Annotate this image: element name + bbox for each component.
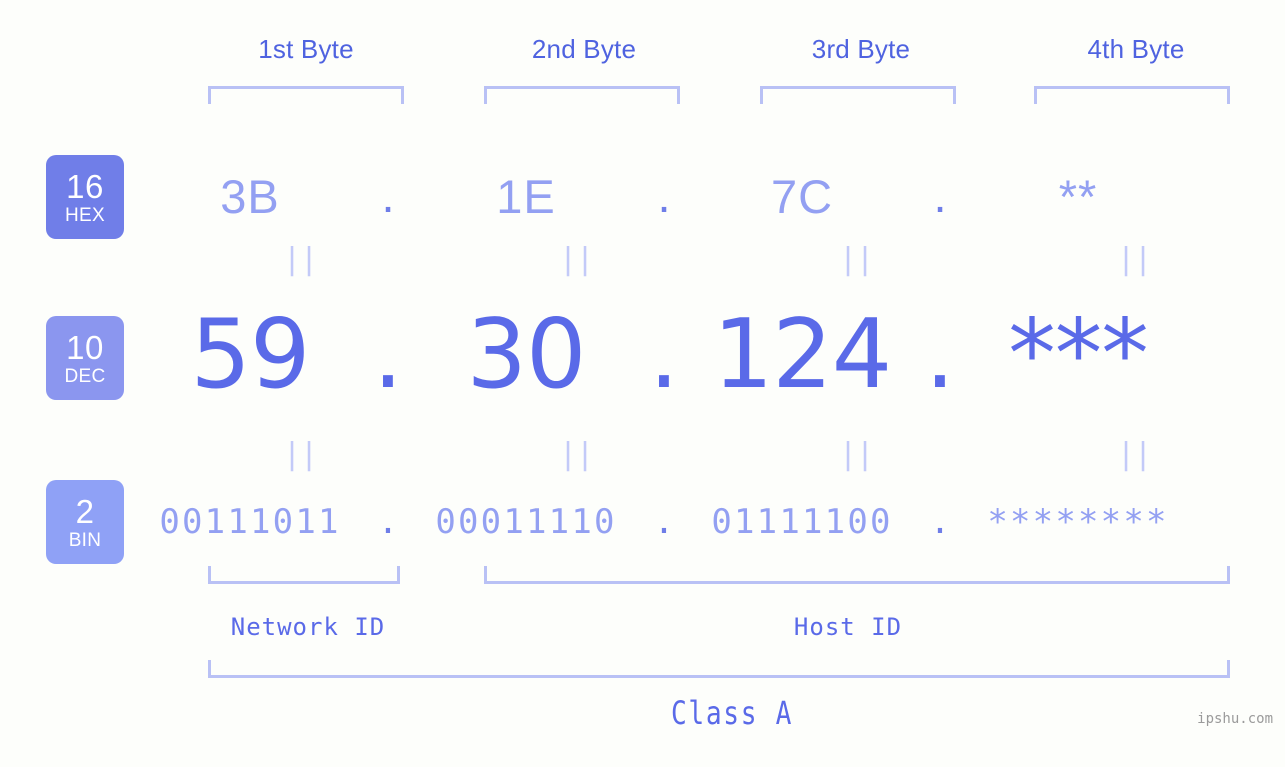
equals-mark-2-icon: || xyxy=(558,242,594,277)
dec-separator-2: . xyxy=(648,299,680,410)
byte-header-3: 3rd Byte xyxy=(811,34,911,64)
hex-separator-3: . xyxy=(933,168,947,222)
dec-value-row: 59 . 30 . 124 . *** xyxy=(140,300,1260,410)
dec-separator-3: . xyxy=(924,299,956,410)
hex-byte-3: 7C xyxy=(770,169,834,223)
dec-separator-1: . xyxy=(372,299,404,410)
dec-byte-1: 59 xyxy=(190,300,311,410)
hex-byte-2: 1E xyxy=(496,169,556,223)
base-badge-bin-name: BIN xyxy=(68,529,102,551)
hex-byte-1: 3B xyxy=(220,169,280,223)
hex-byte-4: ** xyxy=(1058,169,1098,223)
byte-header-2: 2nd Byte xyxy=(531,34,637,64)
equals-mark-7-icon: || xyxy=(838,437,874,472)
bin-byte-4: ******** xyxy=(987,502,1169,542)
class-bracket-icon xyxy=(208,660,1230,678)
base-badge-dec: 10 DEC xyxy=(46,316,124,400)
host-id-label: Host ID xyxy=(793,613,903,641)
byte-bracket-3-icon xyxy=(760,86,956,104)
base-badge-dec-number: 10 xyxy=(66,328,104,366)
base-badge-hex-number: 16 xyxy=(66,167,104,205)
hex-separator-2: . xyxy=(657,168,671,222)
base-badge-bin: 2 BIN xyxy=(46,480,124,564)
network-id-label: Network ID xyxy=(230,613,386,641)
dec-byte-4: *** xyxy=(1008,300,1149,410)
hex-separator-1: . xyxy=(381,168,395,222)
bin-separator-1: . xyxy=(377,501,399,542)
byte-header-4: 4th Byte xyxy=(1087,34,1185,64)
bin-byte-3: 01111100 xyxy=(711,502,893,542)
byte-header-1: 1st Byte xyxy=(258,34,354,64)
byte-bracket-2-icon xyxy=(484,86,680,104)
bin-byte-1: 00111011 xyxy=(159,502,341,542)
bin-separator-3: . xyxy=(929,501,951,542)
address-class-label: Class A xyxy=(670,694,794,732)
bin-separator-2: . xyxy=(653,501,675,542)
equals-mark-3-icon: || xyxy=(838,242,874,277)
base-badge-hex-name: HEX xyxy=(65,204,105,226)
ip-address-breakdown-diagram: 1st Byte 2nd Byte 3rd Byte 4th Byte 16 H… xyxy=(0,0,1285,767)
host-id-bracket-icon xyxy=(484,566,1230,584)
bin-value-row: 00111011 . 00011110 . 01111100 . *******… xyxy=(140,492,1260,552)
network-id-bracket-icon xyxy=(208,566,400,584)
bin-byte-2: 00011110 xyxy=(435,502,617,542)
dec-byte-3: 124 xyxy=(712,300,892,410)
base-badge-dec-name: DEC xyxy=(64,365,106,387)
equals-mark-4-icon: || xyxy=(1116,242,1152,277)
hex-value-row: 3B . 1E . 7C . ** xyxy=(140,152,1260,240)
base-badge-bin-number: 2 xyxy=(75,492,95,530)
equals-mark-8-icon: || xyxy=(1116,437,1152,472)
base-badge-hex: 16 HEX xyxy=(46,155,124,239)
byte-bracket-1-icon xyxy=(208,86,404,104)
equals-mark-5-icon: || xyxy=(282,437,318,472)
site-watermark: ipshu.com xyxy=(1197,711,1273,727)
equals-mark-1-icon: || xyxy=(282,242,318,277)
equals-mark-6-icon: || xyxy=(558,437,594,472)
dec-byte-2: 30 xyxy=(466,300,587,410)
byte-bracket-4-icon xyxy=(1034,86,1230,104)
